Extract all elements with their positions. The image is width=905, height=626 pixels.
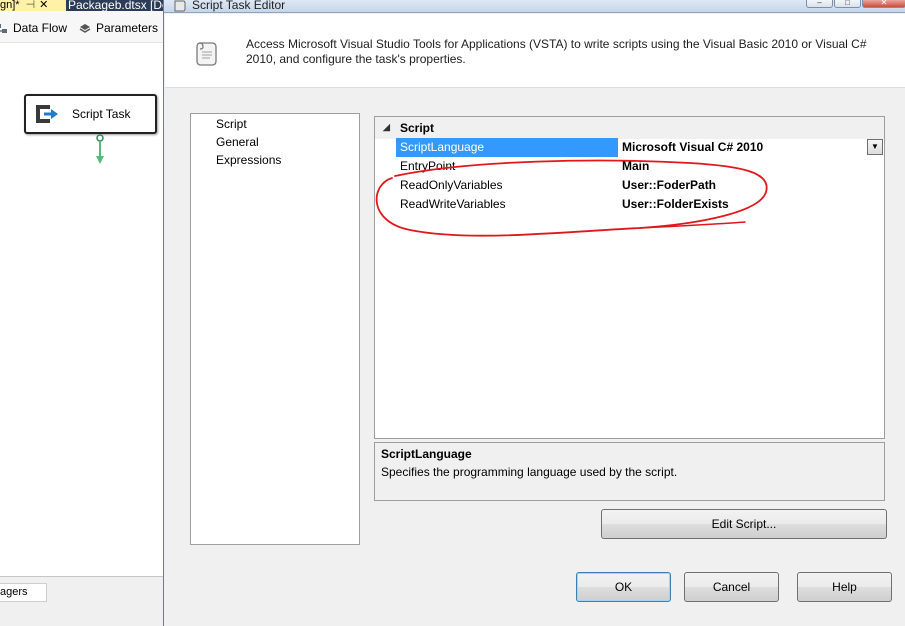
connection-managers-tab[interactable]: agers [0,583,47,602]
parameters-label: Parameters [96,21,159,35]
property-name[interactable]: EntryPoint [396,157,618,176]
ide-background: gn]* ⊣ ✕ Packageb.dtsx [De Data Flow Param… [0,0,163,626]
data-flow-icon [0,23,7,33]
close-icon[interactable]: ✕ [39,0,48,11]
property-description-panel: ScriptLanguage Specifies the programming… [374,442,885,501]
property-value[interactable]: Main [618,157,884,176]
precedence-connector-arrow[interactable] [96,134,104,168]
property-row-scriptlanguage[interactable]: ScriptLanguage Microsoft Visual C# 2010 … [396,138,884,157]
ide-tab-packageb[interactable]: Packageb.dtsx [De [68,0,163,11]
collapse-icon[interactable]: ◢ [383,122,390,133]
data-flow-tab[interactable]: Data Flow [0,21,67,35]
ide-tab-design-label: gn]* [0,0,20,11]
nav-item-general[interactable]: General [216,135,259,149]
close-button[interactable]: ✕ [862,0,905,8]
property-row-entrypoint[interactable]: EntryPoint Main [396,157,884,176]
ide-tab-bar: gn]* ⊣ ✕ Packageb.dtsx [De [0,0,163,11]
designer-toolbar: Data Flow Parameters [0,11,163,43]
script-task-label: Script Task [72,107,131,121]
script-task-icon [36,105,58,123]
script-task-node[interactable]: Script Task [24,94,157,134]
dialog-title: Script Task Editor [192,0,286,12]
nav-item-script[interactable]: Script [216,117,247,131]
nav-item-expressions[interactable]: Expressions [216,153,281,167]
ide-bottom-panel: agers [0,576,163,626]
maximize-button[interactable]: □ [834,0,861,8]
property-value[interactable]: User::FoderPath [618,176,884,195]
parameters-icon [79,23,91,33]
data-flow-label: Data Flow [13,21,68,35]
dialog-header: Access Microsoft Visual Studio Tools for… [165,14,905,88]
pin-icon[interactable]: ⊣ [26,0,36,11]
property-value: Microsoft Visual C# 2010 [622,140,764,154]
property-value-select[interactable]: Microsoft Visual C# 2010 ▼ [618,138,884,157]
property-name[interactable]: ReadOnlyVariables [396,176,618,195]
property-grid: ◢ Script ScriptLanguage Microsoft Visual… [374,116,885,439]
dialog-description: Access Microsoft Visual Studio Tools for… [246,37,867,66]
description-title: ScriptLanguage [381,447,472,461]
script-task-editor-dialog: Script Task Editor – □ ✕ Access Microsof… [163,0,905,626]
property-value[interactable]: User::FolderExists [618,195,884,214]
page-navigation-list: Script General Expressions [190,113,360,545]
property-name[interactable]: ReadWriteVariables [396,195,618,214]
script-scroll-icon [196,42,217,66]
property-name[interactable]: ScriptLanguage [396,138,618,157]
script-scroll-icon [174,0,186,12]
dropdown-arrow-icon[interactable]: ▼ [867,139,883,155]
minimize-button[interactable]: – [806,0,833,8]
edit-script-button[interactable]: Edit Script... [601,509,887,539]
help-button[interactable]: Help [797,572,892,602]
property-row-readonlyvariables[interactable]: ReadOnlyVariables User::FoderPath [396,176,884,195]
ide-tab-design[interactable]: gn]* ⊣ ✕ [0,0,66,11]
parameters-tab[interactable]: Parameters [79,21,158,35]
property-row-readwritevariables[interactable]: ReadWriteVariables User::FolderExists [396,195,884,214]
cancel-button[interactable]: Cancel [684,572,779,602]
ok-button[interactable]: OK [576,572,671,602]
category-script[interactable]: ◢ Script [375,117,884,139]
dialog-titlebar[interactable]: Script Task Editor – □ ✕ [164,0,905,13]
description-text: Specifies the programming language used … [381,465,678,479]
category-label: Script [400,121,435,135]
